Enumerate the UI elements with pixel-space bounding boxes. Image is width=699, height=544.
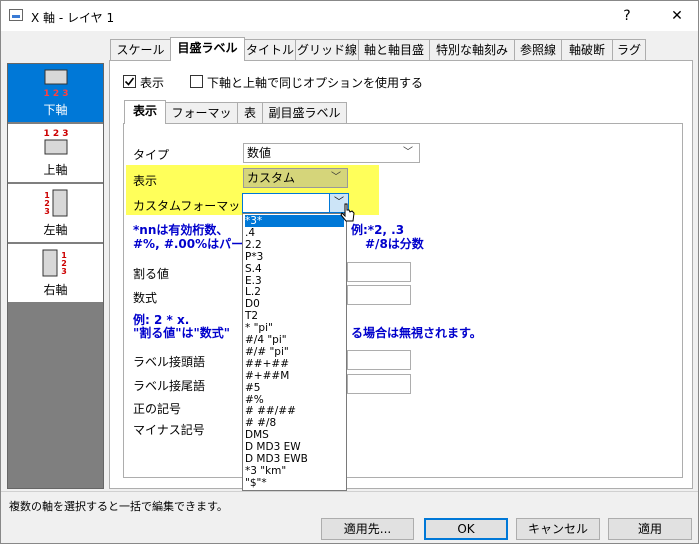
- suffix-label: ラベル接尾語: [133, 379, 206, 393]
- apply-button[interactable]: 適用: [608, 518, 692, 540]
- apply-to-button[interactable]: 適用先...: [321, 518, 414, 540]
- plus-sign-label: 正の記号: [133, 402, 182, 416]
- subtab-display[interactable]: 表示: [124, 100, 166, 124]
- axis-item-left[interactable]: 1 2 3 左軸: [8, 184, 103, 242]
- dropdown-option[interactable]: #+##M: [245, 370, 289, 382]
- example-text-2b: る場合は無視されます。: [351, 326, 482, 340]
- dropdown-option[interactable]: L.2: [245, 286, 261, 298]
- dropdown-option[interactable]: #/# "pi": [245, 346, 289, 358]
- status-text: 複数の軸を選択すると一括で編集できます。: [9, 500, 228, 513]
- subtab-minor-tick-labels[interactable]: 副目盛ラベル: [262, 102, 347, 124]
- custom-format-combo[interactable]: ﹀: [242, 193, 349, 213]
- dropdown-option[interactable]: #%: [245, 394, 264, 406]
- mouse-cursor-icon: [340, 203, 355, 222]
- axis-item-label: 左軸: [43, 223, 68, 237]
- tab-axis-and-ticks[interactable]: 軸と軸目盛: [358, 39, 430, 61]
- check-icon: [124, 77, 135, 86]
- dropdown-option[interactable]: T2: [245, 310, 258, 322]
- dropdown-option[interactable]: DMS: [245, 429, 269, 441]
- display-label: 表示: [133, 174, 158, 188]
- tab-scale[interactable]: スケール: [110, 39, 171, 61]
- axis-item-label: 右軸: [43, 283, 68, 297]
- axis-item-bottom[interactable]: 1 2 3 下軸: [8, 64, 103, 122]
- cancel-button[interactable]: キャンセル: [516, 518, 600, 540]
- custom-format-dropdown: *3* .4 2.2 P*3 S.4 E.3 L.2 D0 T2 * "pi" #/4 "pi" #/…: [242, 213, 347, 491]
- chevron-down-icon: ﹀: [403, 147, 413, 158]
- tab-rug[interactable]: ラグ: [612, 39, 646, 61]
- display-value: カスタム: [247, 171, 296, 185]
- same-options-label: 下軸と上軸で同じオプションを使用する: [207, 76, 424, 90]
- dropdown-option[interactable]: 2.2: [245, 239, 262, 251]
- tab-title[interactable]: タイトル: [244, 39, 296, 61]
- help-text-2: #%, #.00%はパーセ: [133, 237, 256, 251]
- dropdown-option[interactable]: D0: [245, 298, 260, 310]
- axis-item-right[interactable]: 1 2 3 右軸: [8, 244, 103, 302]
- dropdown-option[interactable]: #/4 "pi": [245, 334, 287, 346]
- type-combo[interactable]: 数値 ﹀: [243, 143, 420, 163]
- dropdown-option[interactable]: *3 "km": [245, 465, 286, 477]
- dropdown-option[interactable]: P*3: [245, 251, 263, 263]
- tab-grid-lines[interactable]: グリッド線: [295, 39, 359, 61]
- chevron-down-icon: ﹀: [331, 172, 341, 183]
- close-button[interactable]: ✕: [657, 1, 697, 31]
- svg-text:1 2 3: 1 2 3: [43, 89, 68, 98]
- minus-sign-label: マイナス記号: [133, 423, 205, 437]
- type-value: 数値: [247, 146, 272, 160]
- prefix-label: ラベル接頭語: [133, 355, 206, 369]
- subtab-format[interactable]: フォーマット: [165, 102, 238, 140]
- dropdown-option[interactable]: D MD3 EW: [245, 441, 301, 453]
- prefix-input[interactable]: [347, 350, 411, 370]
- dropdown-option[interactable]: *3*: [245, 215, 344, 227]
- svg-text:3: 3: [61, 267, 67, 276]
- help-text-2b: #/8は分数: [365, 237, 424, 251]
- show-checkbox[interactable]: [123, 75, 136, 88]
- suffix-input[interactable]: [347, 374, 411, 394]
- dropdown-option[interactable]: * "pi": [245, 322, 273, 334]
- divide-input[interactable]: [347, 262, 411, 282]
- same-options-checkbox[interactable]: [190, 75, 203, 88]
- subtab-table[interactable]: 表: [237, 102, 263, 124]
- help-button[interactable]: ?: [607, 1, 647, 31]
- dropdown-option[interactable]: #5: [245, 382, 260, 394]
- window-title: X 軸 - レイヤ 1: [31, 11, 115, 25]
- axis-item-label: 下軸: [43, 103, 68, 117]
- example-text-2: "割る値"は"数式": [133, 326, 231, 340]
- dropdown-option[interactable]: # #/8: [245, 417, 276, 429]
- dropdown-option[interactable]: # ##/##: [245, 405, 296, 417]
- dialog-window: X 軸 - レイヤ 1 ? ✕ 1 2 3 下軸 1 2 3 上軸 1 2 3: [0, 0, 699, 544]
- formula-input[interactable]: [347, 285, 411, 305]
- dropdown-option[interactable]: .4: [245, 227, 255, 239]
- dropdown-option[interactable]: ##+##: [245, 358, 289, 370]
- left-axis-icon: 1 2 3: [44, 189, 68, 217]
- tab-tick-labels[interactable]: 目盛ラベル: [170, 37, 245, 61]
- dropdown-option[interactable]: E.3: [245, 275, 262, 287]
- tab-reference-lines[interactable]: 参照線: [514, 39, 562, 61]
- formula-label: 数式: [133, 291, 158, 305]
- svg-text:1 2 3: 1 2 3: [43, 129, 68, 139]
- type-label: タイプ: [133, 148, 170, 162]
- dropdown-option[interactable]: D MD3 EWB: [245, 453, 308, 465]
- right-axis-icon: 1 2 3: [42, 249, 67, 277]
- tab-axis-break[interactable]: 軸破断: [561, 39, 613, 61]
- dropdown-option[interactable]: S.4: [245, 263, 262, 275]
- app-icon: [9, 9, 23, 21]
- axis-selector-panel: 1 2 3 下軸 1 2 3 上軸 1 2 3 左軸 1 2 3 右軸: [7, 63, 104, 489]
- axis-item-top[interactable]: 1 2 3 上軸: [8, 124, 103, 182]
- display-combo[interactable]: カスタム ﹀: [243, 168, 348, 188]
- ok-button[interactable]: OK: [424, 518, 508, 540]
- svg-text:3: 3: [44, 207, 50, 216]
- separator: [1, 491, 698, 492]
- axis-item-label: 上軸: [43, 163, 68, 177]
- tab-special-ticks[interactable]: 特別な軸刻み: [429, 39, 515, 61]
- show-label: 表示: [140, 76, 165, 90]
- divide-label: 割る値: [133, 267, 170, 281]
- top-axis-icon: 1 2 3: [43, 129, 69, 155]
- custom-format-label: カスタムフォーマット: [133, 199, 253, 213]
- dropdown-option[interactable]: "$"*: [245, 477, 267, 489]
- title-bar: X 軸 - レイヤ 1 ? ✕: [1, 1, 698, 31]
- bottom-axis-icon: 1 2 3: [43, 69, 69, 98]
